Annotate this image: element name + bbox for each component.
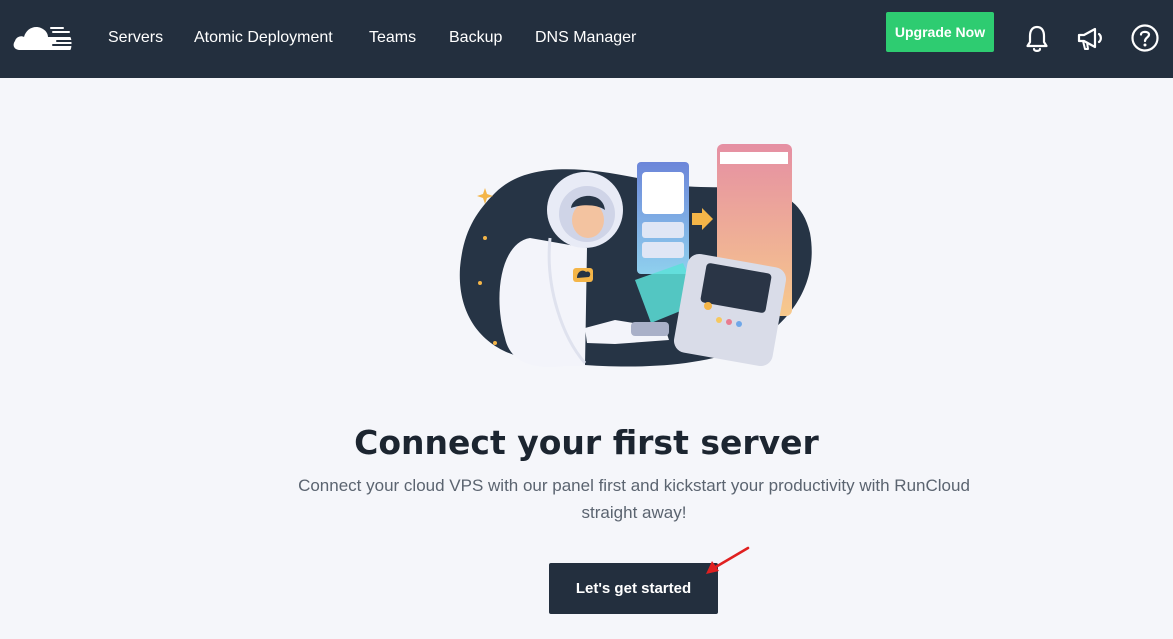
- lets-get-started-button[interactable]: Let's get started: [549, 563, 718, 614]
- upgrade-now-button[interactable]: Upgrade Now: [886, 12, 994, 52]
- astronaut-server-illustration-icon: [459, 144, 812, 368]
- top-navbar: Servers Atomic Deployment Teams Backup D…: [0, 0, 1173, 78]
- nav-link-servers[interactable]: Servers: [108, 28, 163, 48]
- megaphone-icon[interactable]: [1075, 22, 1105, 54]
- bell-icon[interactable]: [1022, 22, 1052, 54]
- nav-link-dns-manager[interactable]: DNS Manager: [535, 28, 636, 48]
- runcloud-logo-icon[interactable]: [12, 20, 74, 52]
- help-icon[interactable]: [1130, 22, 1160, 54]
- page-title: Connect your first server: [354, 423, 819, 462]
- nav-link-backup[interactable]: Backup: [449, 28, 502, 48]
- nav-link-teams[interactable]: Teams: [369, 28, 416, 48]
- nav-link-atomic-deployment[interactable]: Atomic Deployment: [194, 28, 333, 48]
- page-description: Connect your cloud VPS with our panel fi…: [298, 476, 970, 522]
- red-arrow-annotation-icon: [706, 546, 750, 574]
